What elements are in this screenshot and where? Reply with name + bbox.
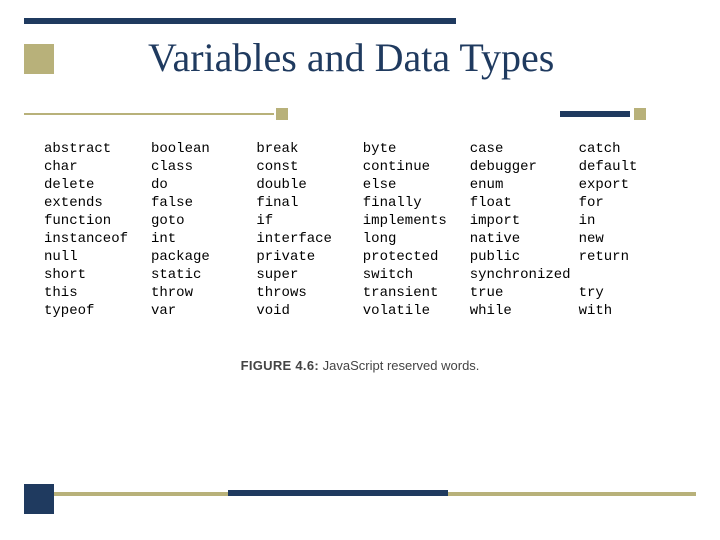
keyword-cell: false [151, 194, 256, 212]
keyword-cell: delete [44, 176, 151, 194]
keyword-cell: default [579, 158, 684, 176]
keyword-cell: private [256, 248, 362, 266]
keyword-cell: finally [363, 194, 470, 212]
keyword-cell [579, 266, 684, 284]
keyword-cell: volatile [363, 302, 470, 320]
keyword-cell: case [470, 140, 579, 158]
table-row: charclassconstcontinuedebuggerdefault [44, 158, 684, 176]
title-block: Variables and Data Types [24, 34, 696, 81]
keyword-cell: short [44, 266, 151, 284]
keyword-cell: continue [363, 158, 470, 176]
divider-square-icon [634, 108, 646, 120]
keyword-cell: new [579, 230, 684, 248]
keyword-cell: transient [363, 284, 470, 302]
keyword-cell: void [256, 302, 362, 320]
keyword-cell: char [44, 158, 151, 176]
table-row: abstractbooleanbreakbytecasecatch [44, 140, 684, 158]
keyword-cell: static [151, 266, 256, 284]
keyword-cell: while [470, 302, 579, 320]
top-divider [24, 18, 456, 24]
figure-caption: FIGURE 4.6: JavaScript reserved words. [0, 358, 720, 373]
table-row: extendsfalsefinalfinallyfloatfor [44, 194, 684, 212]
keyword-cell: boolean [151, 140, 256, 158]
keyword-cell: for [579, 194, 684, 212]
keyword-cell: throw [151, 284, 256, 302]
keyword-cell: true [470, 284, 579, 302]
keyword-cell: public [470, 248, 579, 266]
table-row: thisthrowthrowstransienttruetry [44, 284, 684, 302]
bottom-square-icon [24, 484, 54, 514]
keyword-cell: native [470, 230, 579, 248]
keyword-cell: in [579, 212, 684, 230]
keyword-cell: float [470, 194, 579, 212]
keyword-cell: final [256, 194, 362, 212]
divider-square-icon [276, 108, 288, 120]
table-row: shortstaticsuperswitchsynchronized [44, 266, 684, 284]
keyword-cell: instanceof [44, 230, 151, 248]
keyword-cell: catch [579, 140, 684, 158]
keyword-cell: extends [44, 194, 151, 212]
keyword-cell: class [151, 158, 256, 176]
keyword-cell: if [256, 212, 362, 230]
keyword-cell: byte [363, 140, 470, 158]
keyword-cell: this [44, 284, 151, 302]
keyword-cell: interface [256, 230, 362, 248]
keyword-cell: switch [363, 266, 470, 284]
keyword-cell: goto [151, 212, 256, 230]
keyword-cell: super [256, 266, 362, 284]
keyword-cell: with [579, 302, 684, 320]
keyword-cell: export [579, 176, 684, 194]
bottom-accent-bar [228, 490, 448, 496]
keyword-cell: throws [256, 284, 362, 302]
keyword-cell: protected [363, 248, 470, 266]
keyword-cell: debugger [470, 158, 579, 176]
keyword-cell: enum [470, 176, 579, 194]
divider-bar [560, 111, 630, 117]
keyword-cell: abstract [44, 140, 151, 158]
keyword-cell: double [256, 176, 362, 194]
keyword-cell: else [363, 176, 470, 194]
subtitle-divider-right [560, 108, 646, 120]
keyword-cell: return [579, 248, 684, 266]
figure-label: FIGURE 4.6: [241, 358, 319, 373]
table-row: functiongotoifimplementsimportin [44, 212, 684, 230]
keyword-cell: typeof [44, 302, 151, 320]
keywords-table: abstractbooleanbreakbytecasecatchcharcla… [44, 140, 684, 320]
keyword-cell: var [151, 302, 256, 320]
table-row: nullpackageprivateprotectedpublicreturn [44, 248, 684, 266]
divider-line [24, 113, 274, 115]
keyword-cell: function [44, 212, 151, 230]
keyword-cell: const [256, 158, 362, 176]
keyword-cell: do [151, 176, 256, 194]
keyword-cell: int [151, 230, 256, 248]
keywords-table-wrap: abstractbooleanbreakbytecasecatchcharcla… [44, 140, 684, 320]
keyword-cell: package [151, 248, 256, 266]
table-row: instanceofintinterfacelongnativenew [44, 230, 684, 248]
title-square-icon [24, 44, 54, 74]
keyword-cell: implements [363, 212, 470, 230]
figure-caption-text: JavaScript reserved words. [323, 358, 480, 373]
keyword-cell: try [579, 284, 684, 302]
keyword-cell: break [256, 140, 362, 158]
slide: Variables and Data Types abstractboolean… [0, 0, 720, 540]
slide-title: Variables and Data Types [148, 34, 554, 81]
keyword-cell: long [363, 230, 470, 248]
table-row: deletedodoubleelseenumexport [44, 176, 684, 194]
keyword-cell: null [44, 248, 151, 266]
keyword-cell: import [470, 212, 579, 230]
table-row: typeofvarvoidvolatilewhilewith [44, 302, 684, 320]
keyword-cell: synchronized [470, 266, 579, 284]
